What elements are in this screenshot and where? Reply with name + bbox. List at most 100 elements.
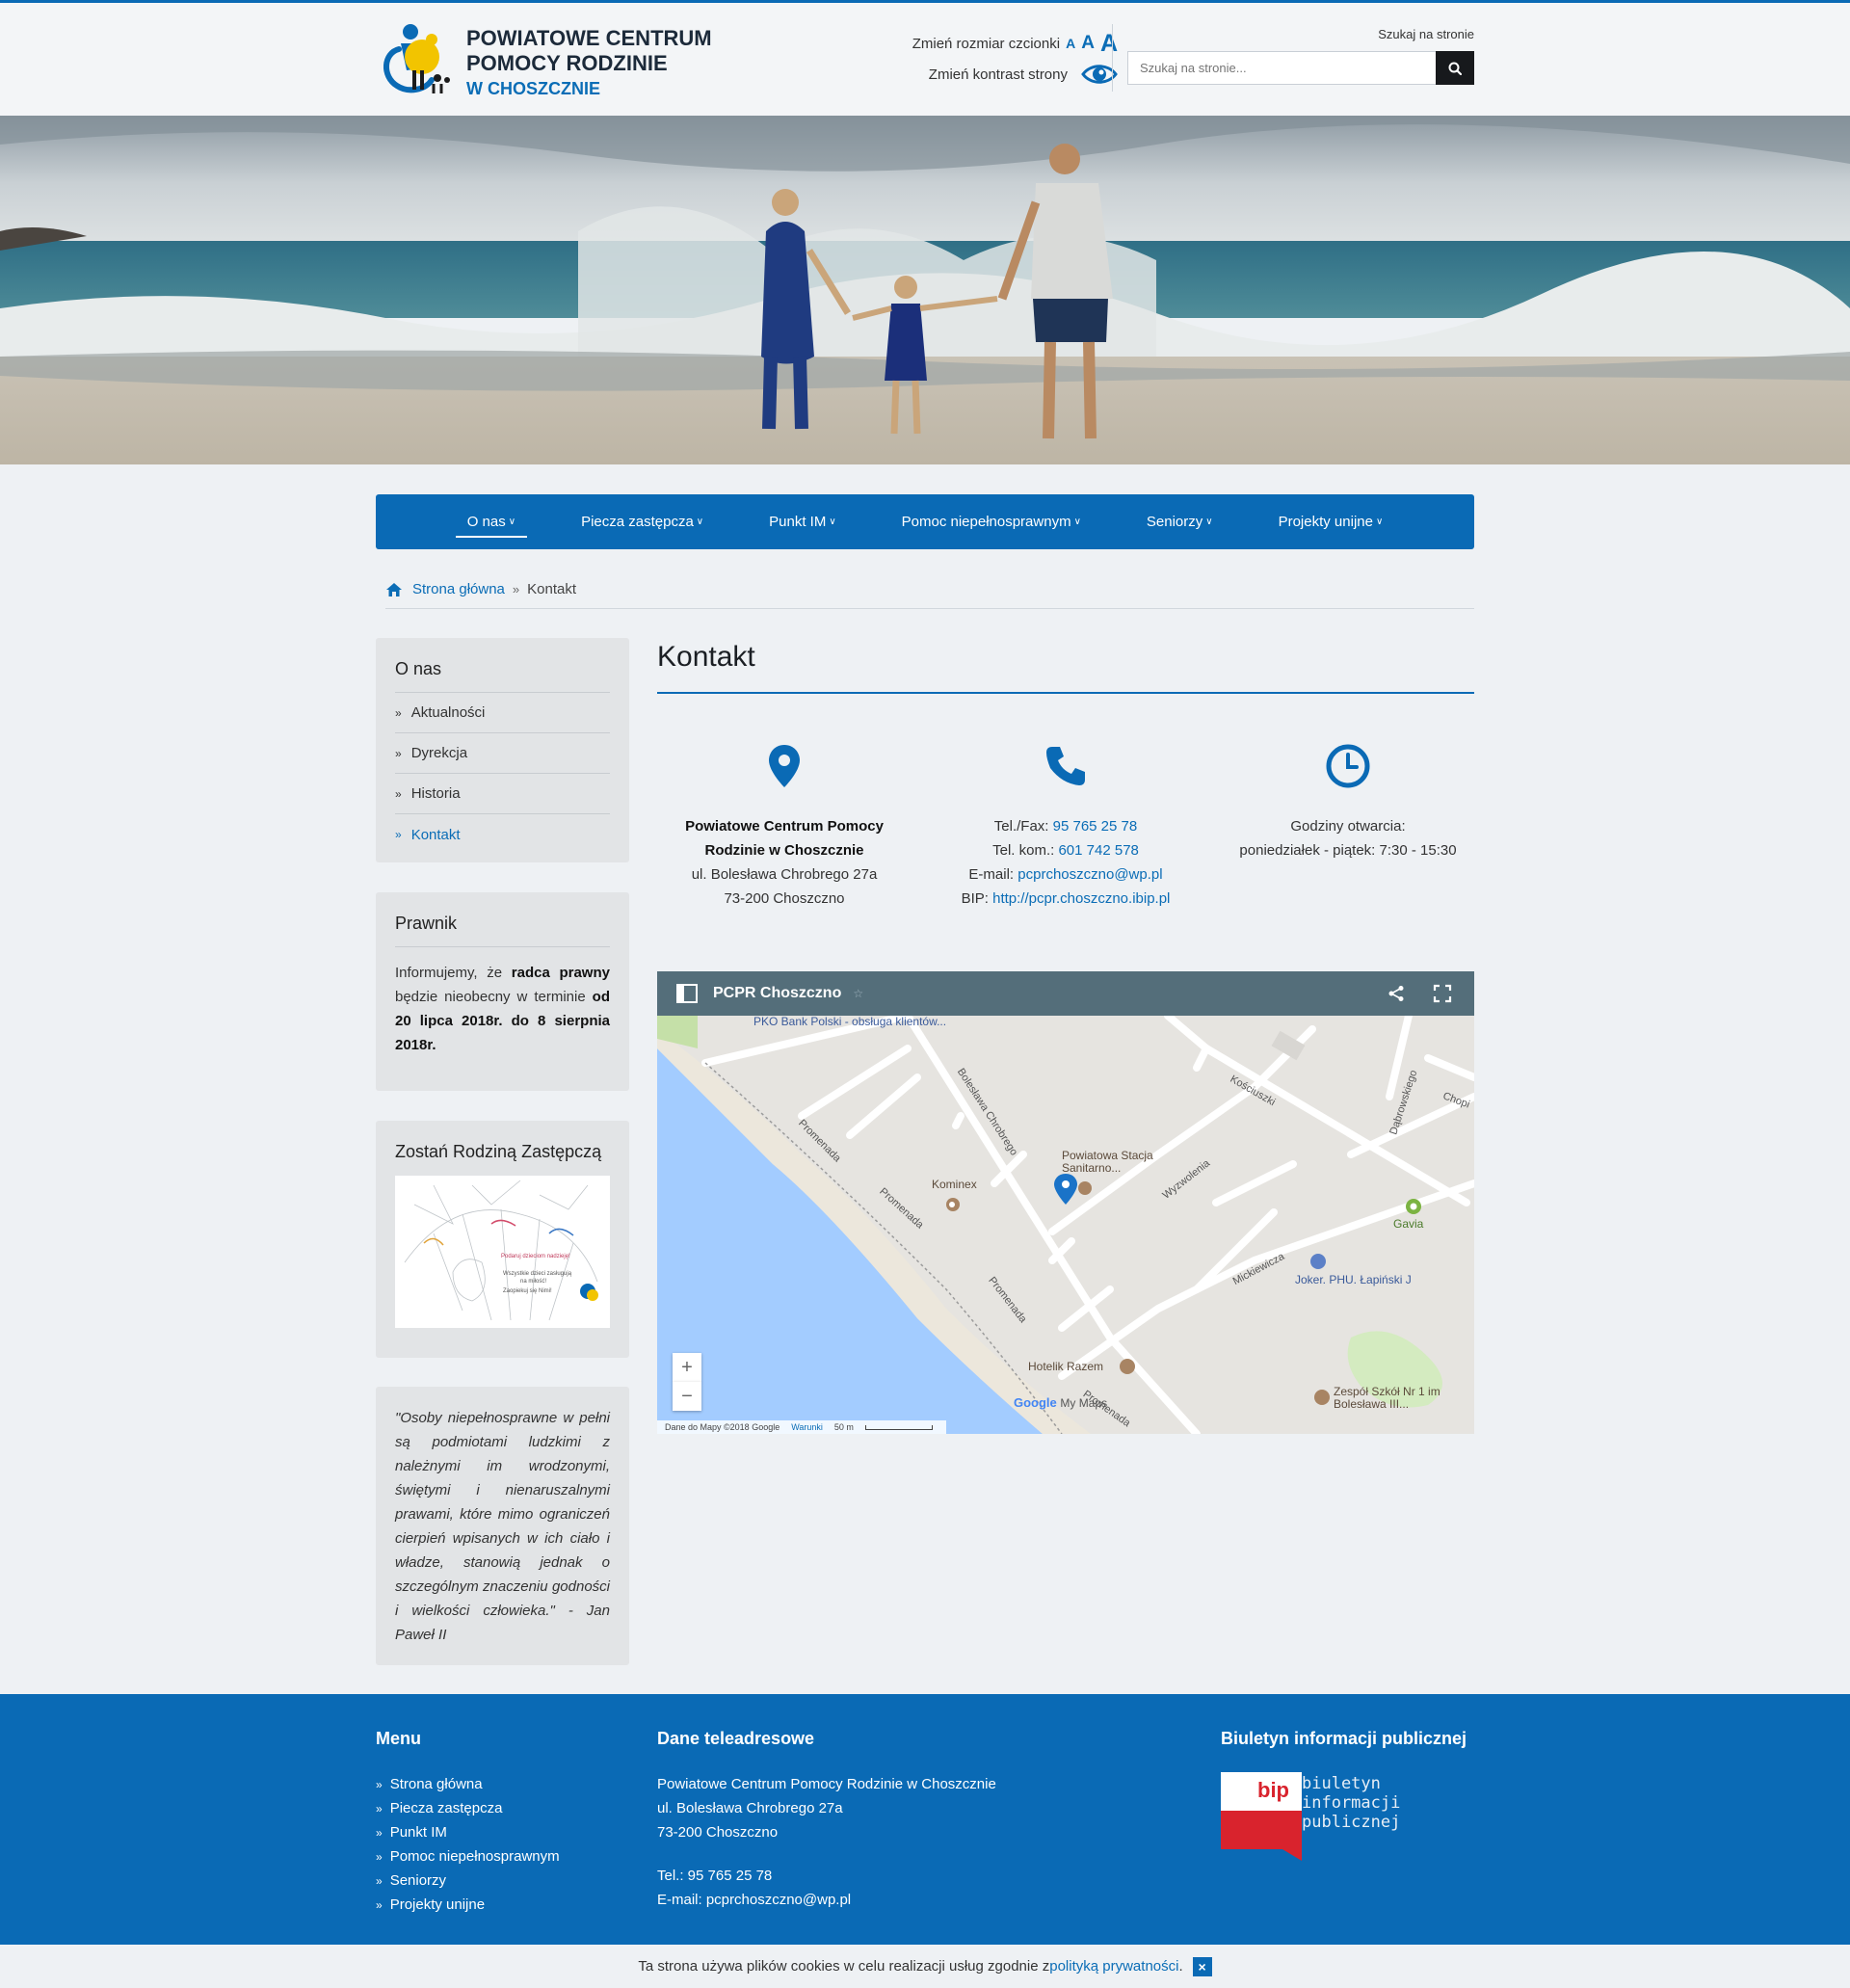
sidebar-item-aktualnosci[interactable]: » Aktualności bbox=[395, 693, 610, 733]
search-input[interactable] bbox=[1127, 51, 1436, 85]
foster-family-banner[interactable]: Podaruj dzieciom nadzieję! Wszystkie dzi… bbox=[395, 1176, 610, 1328]
nav-label: O nas bbox=[466, 514, 506, 530]
nav-item-pomoc-niepelnosprawnym[interactable]: Pomoc niepełnosprawnym ∨ bbox=[869, 494, 1114, 549]
share-icon[interactable] bbox=[1388, 985, 1405, 1002]
sidebar-item-dyrekcja[interactable]: » Dyrekcja bbox=[395, 733, 610, 774]
footer-link-label: Seniorzy bbox=[389, 1872, 447, 1889]
map-attribution-text: Dane do Mapy ©2018 Google bbox=[665, 1422, 780, 1432]
sidebar-item-label: Kontakt bbox=[410, 826, 461, 843]
org-name-line-2: Rodzinie w Choszcznie bbox=[704, 842, 864, 859]
search-button[interactable] bbox=[1436, 51, 1474, 85]
double-chevron-icon: » bbox=[376, 1777, 383, 1791]
nav-item-punkt-im[interactable]: Punkt IM ∨ bbox=[736, 494, 869, 549]
footer-link-seniorzy[interactable]: » Seniorzy bbox=[376, 1869, 560, 1893]
mobile-link[interactable]: 601 742 578 bbox=[1058, 842, 1138, 859]
sidebar-onas-box: O nas » Aktualności » Dyrekcja » Historia »… bbox=[376, 638, 629, 862]
footer-link-label: Projekty unijne bbox=[389, 1896, 486, 1913]
footer-link-pomoc[interactable]: » Pomoc niepełnosprawnym bbox=[376, 1844, 560, 1869]
nav-item-o-nas[interactable]: O nas ∨ bbox=[435, 494, 548, 549]
tel-label: Tel./Fax: bbox=[993, 818, 1053, 835]
map-place-pko[interactable]: PKO Bank Polski - obsługa klientów... bbox=[753, 1016, 946, 1028]
map-place-stacja[interactable]: Powiatowa Stacja Sanitarno... bbox=[1062, 1150, 1177, 1175]
tel-link[interactable]: 95 765 25 78 bbox=[1053, 818, 1138, 835]
page-title: Kontakt bbox=[657, 641, 755, 673]
double-chevron-icon: » bbox=[395, 786, 402, 801]
chevron-down-icon: ∨ bbox=[1375, 517, 1384, 527]
logo-text: POWIATOWE CENTRUM POMOCY RODZINIE W CHOS… bbox=[466, 26, 712, 101]
map-place-joker[interactable]: Joker. PHU. Łapiński J bbox=[1295, 1274, 1412, 1286]
footer-link-piecza[interactable]: » Piecza zastępcza bbox=[376, 1796, 560, 1820]
double-chevron-icon: » bbox=[376, 1825, 383, 1840]
nav-item-projekty-unijne[interactable]: Projekty unijne ∨ bbox=[1246, 494, 1416, 549]
cookie-text: Ta strona używa plików cookies w celu re… bbox=[638, 1958, 1050, 1975]
banner-line-1: Podaruj dzieciom nadzieję! bbox=[501, 1254, 570, 1259]
footer-link-punkt-im[interactable]: » Punkt IM bbox=[376, 1820, 560, 1844]
double-chevron-icon: » bbox=[376, 1849, 383, 1864]
site-header: POWIATOWE CENTRUM POMOCY RODZINIE W CHOS… bbox=[0, 3, 1850, 116]
double-chevron-icon: » bbox=[395, 828, 402, 841]
accessibility-tools: Zmień rozmiar czcionki A A A Zmień kontr… bbox=[829, 28, 1118, 90]
bip-logo-link[interactable]: bip biuletyn informacji publicznej bbox=[1221, 1772, 1476, 1864]
map-zoom-out-button[interactable]: − bbox=[673, 1382, 701, 1411]
map-place-kominex[interactable]: Kominex bbox=[932, 1179, 977, 1191]
footer-contact-email: E-mail: pcprchoszczno@wp.pl bbox=[657, 1892, 852, 1908]
map-terms-link[interactable]: Warunki bbox=[791, 1422, 823, 1432]
breadcrumb-home-link[interactable]: Strona główna bbox=[412, 581, 505, 597]
bip-link[interactable]: http://pcpr.choszczno.ibip.pl bbox=[992, 890, 1170, 907]
sidebar-rodzina-box: Zostań Rodziną Zastępczą Podaruj dziecio… bbox=[376, 1121, 629, 1358]
sidebar-item-historia[interactable]: » Historia bbox=[395, 774, 610, 814]
email-label: E-mail: bbox=[968, 866, 1018, 883]
org-name-line-1: Powiatowe Centrum Pomocy bbox=[685, 818, 884, 835]
map-pin-icon bbox=[769, 745, 800, 787]
cookie-close-button[interactable]: × bbox=[1192, 1956, 1212, 1976]
main-navigation: O nas ∨ Piecza zastępcza ∨ Punkt IM ∨ Pomoc… bbox=[376, 494, 1474, 549]
font-size-large-button[interactable]: A bbox=[1100, 30, 1118, 58]
sidebar-item-kontakt[interactable]: » Kontakt bbox=[395, 814, 610, 855]
icon-holder bbox=[931, 737, 1201, 795]
banner-line-3: na miłość! bbox=[520, 1279, 547, 1285]
privacy-policy-link[interactable]: polityką prywatności bbox=[1049, 1958, 1178, 1975]
map-title[interactable]: PCPR Choszczno bbox=[713, 985, 841, 1002]
map-place-gavia[interactable]: Gavia bbox=[1393, 1218, 1423, 1231]
sidebar-onas-title: O nas bbox=[395, 657, 610, 693]
tel-line: Tel./Fax: 95 765 25 78 bbox=[931, 814, 1201, 838]
home-icon[interactable] bbox=[385, 582, 403, 597]
sidebar-rodzina-title: Zostań Rodziną Zastępczą bbox=[395, 1142, 602, 1161]
footer-menu-title: Menu bbox=[376, 1729, 421, 1748]
phone-icon bbox=[1046, 747, 1085, 785]
search-label: Szukaj na stronie bbox=[1378, 27, 1474, 41]
map-sidebar-toggle-icon[interactable] bbox=[676, 984, 698, 1003]
nav-item-seniorzy[interactable]: Seniorzy ∨ bbox=[1114, 494, 1246, 549]
nav-label: Pomoc niepełnosprawnym bbox=[901, 514, 1071, 530]
google-my-maps-embed[interactable]: PCPR Choszczno ☆ PKO Bank Polski - obsłu… bbox=[657, 971, 1474, 1434]
chevron-down-icon: ∨ bbox=[508, 517, 516, 527]
logo-family-icon bbox=[383, 24, 450, 93]
map-place-hotelik[interactable]: Hotelik Razem bbox=[1028, 1361, 1103, 1373]
map-zoom-in-button[interactable]: + bbox=[673, 1353, 701, 1382]
footer-bip-title: Biuletyn informacji publicznej bbox=[1221, 1729, 1467, 1748]
nav-item-piecza-zastepcza[interactable]: Piecza zastępcza ∨ bbox=[548, 494, 736, 549]
map-header-bar: PCPR Choszczno ☆ bbox=[657, 971, 1474, 1016]
bip-caption-line-2: informacji publicznej bbox=[1302, 1793, 1401, 1832]
footer-bip-column: Biuletyn informacji publicznej bip biule… bbox=[1221, 1729, 1476, 1864]
hero-beach-image bbox=[0, 116, 1850, 464]
hours-value: poniedziałek - piątek: 7:30 - 15:30 bbox=[1239, 842, 1457, 859]
email-link[interactable]: pcprchoszczno@wp.pl bbox=[1018, 866, 1162, 883]
icon-holder bbox=[649, 737, 919, 795]
address-column: Powiatowe Centrum Pomocy Rodzinie w Chos… bbox=[649, 737, 919, 911]
footer-link-projekty[interactable]: » Projekty unijne bbox=[376, 1893, 560, 1917]
contrast-label: Zmień kontrast strony bbox=[928, 66, 1068, 83]
org-street: ul. Bolesława Chrobrego 27a bbox=[691, 866, 878, 883]
fullscreen-icon[interactable] bbox=[1433, 984, 1452, 1003]
prawnik-text-1: Informujemy, że bbox=[395, 965, 512, 981]
map-place-zespol[interactable]: Zespół Szkół Nr 1 im Bolesława III... bbox=[1334, 1386, 1459, 1411]
john-paul-quote: "Osoby niepełnosprawne w pełni są podmio… bbox=[395, 1410, 610, 1643]
font-size-medium-button[interactable]: A bbox=[1081, 33, 1095, 54]
star-icon[interactable]: ☆ bbox=[853, 987, 863, 1000]
font-size-small-button[interactable]: A bbox=[1066, 36, 1075, 51]
footer-link-strona-glowna[interactable]: » Strona główna bbox=[376, 1772, 560, 1796]
prawnik-text-2: radca prawny bbox=[511, 965, 610, 981]
site-logo[interactable]: POWIATOWE CENTRUM POMOCY RODZINIE W CHOS… bbox=[380, 20, 727, 99]
footer-contact-tel: Tel.: 95 765 25 78 bbox=[657, 1868, 773, 1884]
mobile-line: Tel. kom.: 601 742 578 bbox=[931, 838, 1201, 862]
